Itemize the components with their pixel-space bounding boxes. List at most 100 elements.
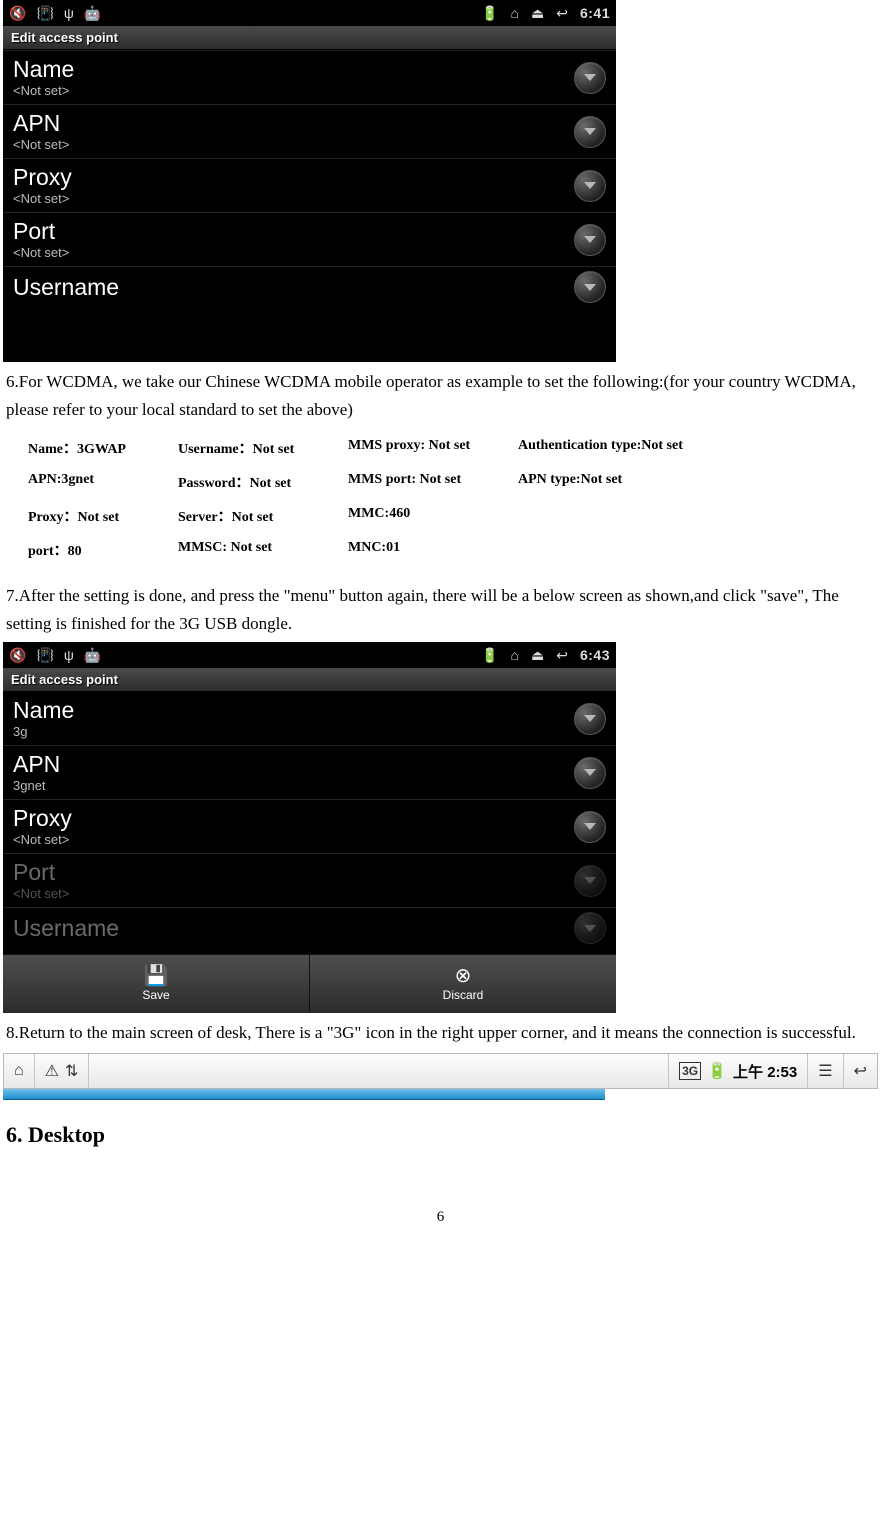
- chevron-down-icon[interactable]: [574, 62, 606, 94]
- apn-row-apn[interactable]: APN 3gnet: [3, 745, 616, 799]
- setting-cell: APN type:Not set: [518, 472, 758, 492]
- setting-cell: Password：Not set: [178, 472, 348, 492]
- statusbar-time: 6:43: [580, 647, 610, 663]
- android-icon: 🤖: [84, 647, 101, 664]
- back-icon: ↩: [556, 647, 568, 664]
- apn-row-name[interactable]: Name 3g: [3, 692, 616, 745]
- setting-cell: MMSC: Not set: [178, 540, 348, 560]
- status-area[interactable]: 3G 🔋 上午 2:53: [669, 1054, 808, 1088]
- chevron-down-icon[interactable]: [574, 170, 606, 202]
- back-icon: ↩: [556, 5, 568, 22]
- screen-title: Edit access point: [3, 668, 616, 692]
- vibrate-icon: 📳: [36, 5, 53, 22]
- 3g-icon: 3G: [679, 1062, 701, 1080]
- back-button[interactable]: ↩: [844, 1054, 877, 1088]
- setting-cell: APN:3gnet: [28, 472, 178, 492]
- page-number: 6: [0, 1209, 881, 1226]
- setting-cell: [518, 506, 758, 526]
- apn-row-username[interactable]: Username: [3, 907, 616, 946]
- battery-icon: 🔋: [707, 1061, 727, 1081]
- save-button[interactable]: 💾 Save: [3, 955, 310, 1013]
- paragraph-step-8: 8.Return to the main screen of desk, The…: [0, 1015, 881, 1051]
- chevron-down-icon[interactable]: [574, 865, 606, 897]
- paragraph-step-6: 6.For WCDMA, we take our Chinese WCDMA m…: [0, 364, 881, 428]
- chevron-down-icon[interactable]: [574, 116, 606, 148]
- home-button[interactable]: ⌂: [4, 1054, 35, 1088]
- topbar-spacer: [89, 1054, 669, 1088]
- discard-button[interactable]: ⊗ Discard: [310, 955, 616, 1013]
- setting-cell: [518, 540, 758, 560]
- row-value: <Not set>: [13, 137, 69, 152]
- chevron-down-icon[interactable]: [574, 224, 606, 256]
- apn-row-port[interactable]: Port <Not set>: [3, 853, 616, 907]
- row-value: 3gnet: [13, 778, 60, 793]
- apn-row-port[interactable]: Port <Not set>: [3, 212, 616, 266]
- back-icon: ↩: [854, 1061, 867, 1081]
- usb-icon: ψ: [64, 647, 74, 663]
- vibrate-icon: 📳: [36, 647, 53, 664]
- home-icon: ⌂: [511, 5, 519, 21]
- statusbar-time: 6:41: [580, 5, 610, 21]
- battery-icon: 🔋: [481, 5, 498, 22]
- usb-icon: ψ: [64, 5, 74, 21]
- menu-button[interactable]: ☰: [808, 1054, 843, 1088]
- mute-icon: 🔇: [9, 5, 26, 22]
- setting-cell: Username：Not set: [178, 438, 348, 458]
- setting-cell: Server：Not set: [178, 506, 348, 526]
- apn-row-name[interactable]: Name <Not set>: [3, 50, 616, 104]
- wcdma-settings-table: Name：3GWAP Username：Not set MMS proxy: N…: [0, 428, 881, 578]
- topbar-time: 上午 2:53: [733, 1061, 797, 1082]
- row-label: Username: [13, 916, 119, 940]
- android-statusbar: 🔇 📳 ψ 🤖 🔋 ⌂ ⏏ ↩ 6:41: [3, 0, 616, 26]
- setting-cell: Name：3GWAP: [28, 438, 178, 458]
- section-heading-desktop: 6. Desktop: [6, 1122, 875, 1148]
- chevron-down-icon[interactable]: [574, 912, 606, 944]
- chevron-down-icon[interactable]: [574, 271, 606, 303]
- setting-cell: MMS proxy: Not set: [348, 438, 518, 458]
- eject-icon: ⏏: [531, 5, 544, 22]
- screenshot-apn-empty: 🔇 📳 ψ 🤖 🔋 ⌂ ⏏ ↩ 6:41 Edit access point N…: [3, 0, 616, 362]
- home-icon: ⌂: [511, 647, 519, 663]
- mute-icon: 🔇: [9, 647, 26, 664]
- row-value: <Not set>: [13, 245, 69, 260]
- row-label: Username: [13, 275, 119, 299]
- home-icon: ⌂: [14, 1062, 24, 1080]
- notification-area[interactable]: ⚠ ⇅: [35, 1054, 90, 1088]
- screen-title: Edit access point: [3, 26, 616, 50]
- menu-label: Discard: [443, 988, 484, 1002]
- row-value: 3g: [13, 724, 74, 739]
- chevron-down-icon[interactable]: [574, 811, 606, 843]
- eject-icon: ⏏: [531, 647, 544, 664]
- options-menu: 💾 Save ⊗ Discard: [3, 954, 616, 1013]
- row-label: APN: [13, 111, 69, 135]
- row-label: Name: [13, 698, 74, 722]
- apn-row-proxy[interactable]: Proxy <Not set>: [3, 799, 616, 853]
- apn-row-proxy[interactable]: Proxy <Not set>: [3, 158, 616, 212]
- setting-cell: port：80: [28, 540, 178, 560]
- row-value: <Not set>: [13, 83, 74, 98]
- screenshot-apn-filled: 🔇 📳 ψ 🤖 🔋 ⌂ ⏏ ↩ 6:43 Edit access point N…: [3, 642, 616, 1013]
- apn-row-username[interactable]: Username: [3, 266, 616, 305]
- row-label: Name: [13, 57, 74, 81]
- setting-cell: Proxy：Not set: [28, 506, 178, 526]
- android-statusbar: 🔇 📳 ψ 🤖 🔋 ⌂ ⏏ ↩ 6:43: [3, 642, 616, 668]
- row-value: <Not set>: [13, 832, 72, 847]
- row-label: Proxy: [13, 165, 72, 189]
- menu-label: Save: [142, 988, 169, 1002]
- row-label: Port: [13, 860, 69, 884]
- apn-row-apn[interactable]: APN <Not set>: [3, 104, 616, 158]
- sync-icon: ⇅: [65, 1061, 78, 1081]
- battery-icon: 🔋: [481, 647, 498, 664]
- row-label: Port: [13, 219, 69, 243]
- save-icon: 💾: [144, 966, 169, 986]
- row-label: APN: [13, 752, 60, 776]
- screenshot-desktop-topbar: ⌂ ⚠ ⇅ 3G 🔋 上午 2:53 ☰ ↩: [3, 1053, 878, 1089]
- discard-icon: ⊗: [455, 966, 472, 986]
- chevron-down-icon[interactable]: [574, 757, 606, 789]
- paragraph-step-7: 7.After the setting is done, and press t…: [0, 578, 881, 642]
- chevron-down-icon[interactable]: [574, 703, 606, 735]
- android-icon: 🤖: [84, 5, 101, 22]
- browser-address-bar-fragment: [3, 1089, 605, 1100]
- menu-icon: ☰: [818, 1061, 832, 1081]
- row-label: Proxy: [13, 806, 72, 830]
